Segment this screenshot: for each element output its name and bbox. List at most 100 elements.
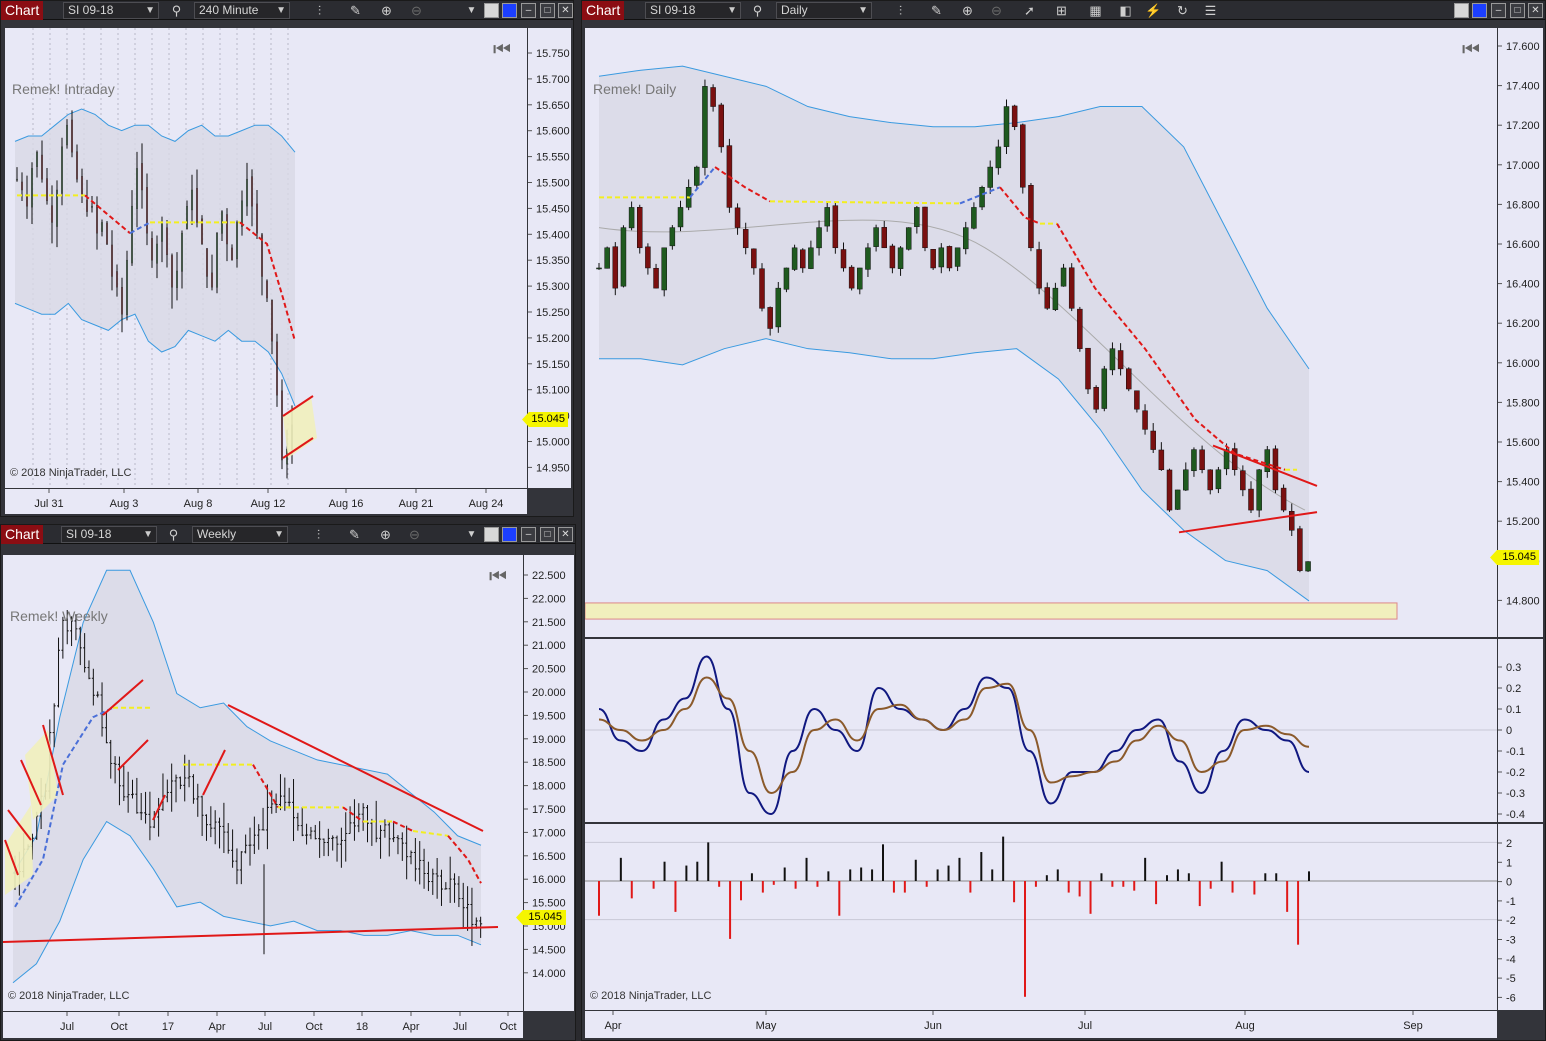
x-tick-label: Jul (453, 1021, 467, 1033)
candle-body (1036, 249, 1042, 289)
candle-body (231, 247, 233, 261)
zoom-out-icon[interactable]: ⊖ (988, 2, 1005, 19)
chart-trader-icon[interactable]: ⚡ (1145, 2, 1162, 19)
dropdown-icon[interactable]: ▼ (463, 526, 480, 543)
refresh-icon[interactable]: ↻ (1174, 2, 1191, 19)
intraday-price-axis: 15.750 15.700 15.650 15.600 15.550 15.500 15.4… (522, 28, 571, 488)
y-tick-label: 15.200 (536, 333, 570, 345)
candle-body (791, 247, 798, 270)
candle-body (1109, 348, 1116, 371)
candle-body (718, 104, 724, 148)
y-tick-label: 21.500 (532, 617, 566, 629)
chart-menu-button[interactable]: Chart (1, 525, 44, 544)
scroll-to-end-icon[interactable]: ⏮ (1462, 39, 1480, 61)
minimize-button[interactable]: – (521, 527, 536, 542)
candle-body (1289, 510, 1295, 531)
window-link-button[interactable] (502, 527, 517, 542)
y-tick-label: 16.400 (1506, 279, 1540, 291)
search-icon[interactable]: ⚲ (165, 526, 182, 543)
close-icon[interactable]: ✕ (558, 527, 573, 542)
copyright: © 2018 NinjaTrader, LLC (8, 990, 130, 1002)
daily-toolbar: Chart SI 09-18 ▼ ⚲ Daily ▼ ⫶ ✎ ⊕ ⊖ ➚ ⊞ ▦ ◧… (582, 1, 1545, 20)
window-link-button[interactable] (502, 3, 517, 18)
x-tick-label: Jul (1078, 1020, 1092, 1032)
data-box-icon[interactable]: ⊞ (1053, 2, 1070, 19)
daily-price-plot-area[interactable]: Remek! Daily ⏮ (584, 28, 1497, 637)
daily-oscillator-plot-area[interactable] (585, 639, 1497, 822)
candle-body (66, 124, 68, 146)
candle-body (963, 227, 969, 250)
maximize-button[interactable]: □ (540, 527, 555, 542)
oscillator-slow-line (598, 676, 1310, 795)
daily-histogram-axis: 2 1 0 -1 -2 -3 -4 -5 -6 (1498, 824, 1543, 1010)
search-icon[interactable]: ⚲ (168, 2, 185, 19)
maximize-button[interactable]: □ (1510, 3, 1525, 18)
y-tick-label: 15.200 (1506, 516, 1540, 528)
daily-price-axis: 17.600 17.400 17.200 17.000 16.800 16.600 16.4… (1490, 28, 1543, 637)
y-tick-label: 15.600 (536, 126, 570, 138)
timeframe-selector[interactable]: Daily ▼ (776, 2, 872, 19)
candle-body (1011, 105, 1018, 127)
scroll-to-end-icon[interactable]: ⏮ (493, 39, 511, 61)
candle-body (1240, 470, 1246, 491)
daily-price-y-axis-svg: 17.600 17.400 17.200 17.000 16.800 16.600 16.4… (1498, 41, 1540, 607)
intraday-plot-area[interactable]: Remek! Intraday © 2018 NinjaTrader, LLC … (5, 28, 527, 488)
weekly-price-axis: 22.500 22.000 21.500 21.000 20.500 20.000 19.5… (516, 555, 574, 1011)
candle-body (612, 246, 619, 289)
minimize-button[interactable]: – (521, 3, 536, 18)
indicators-icon[interactable]: ▦ (1087, 2, 1104, 19)
candle-body (889, 245, 896, 269)
window-color-button[interactable] (1454, 3, 1469, 18)
zoom-in-icon[interactable]: ⊕ (378, 2, 395, 19)
x-tick-label: Jul 31 (34, 498, 63, 510)
close-icon[interactable]: ✕ (1528, 3, 1543, 18)
pencil-icon[interactable]: ✎ (347, 2, 364, 19)
candle-body (759, 268, 765, 309)
x-tick-label: Jun (924, 1020, 942, 1032)
window-link-button[interactable] (1472, 3, 1487, 18)
zoom-out-icon[interactable]: ⊖ (408, 2, 425, 19)
search-icon[interactable]: ⚲ (749, 2, 766, 19)
candle-body (816, 227, 822, 249)
strategies-icon[interactable]: ◧ (1117, 2, 1134, 19)
daily-histogram-plot-area[interactable]: © 2018 NinjaTrader, LLC (585, 824, 1497, 1010)
zoom-in-icon[interactable]: ⊕ (377, 526, 394, 543)
timeframe-selector[interactable]: Weekly ▼ (192, 526, 288, 543)
weekly-plot-area[interactable]: Remek! Weekly © 2018 NinjaTrader, LLC ⏮ (2, 555, 523, 1011)
y-tick-label: 18.500 (532, 757, 566, 769)
window-color-button[interactable] (484, 527, 499, 542)
zoom-out-icon[interactable]: ⊖ (406, 526, 423, 543)
pencil-icon[interactable]: ✎ (928, 2, 945, 19)
maximize-button[interactable]: □ (540, 3, 555, 18)
chart-menu-button[interactable]: Chart (582, 1, 625, 20)
candle-body (16, 178, 18, 181)
dropdown-icon[interactable]: ▼ (463, 2, 480, 19)
scroll-to-end-icon[interactable]: ⏮ (489, 566, 507, 588)
chart-menu-button[interactable]: Chart (1, 1, 44, 20)
instrument-selector[interactable]: SI 09-18 ▼ (645, 2, 741, 19)
zoom-in-icon[interactable]: ⊕ (959, 2, 976, 19)
indicator-label: Remek! Weekly (10, 608, 108, 624)
y-tick-label: 20.500 (532, 664, 566, 676)
candle-body (116, 271, 118, 288)
indicator-label: Remek! Intraday (12, 81, 115, 97)
timeframe-selector[interactable]: 240 Minute ▼ (194, 2, 290, 19)
bar-type-icon[interactable]: ⫶ (892, 2, 909, 19)
x-tick-label: Oct (499, 1021, 516, 1033)
instrument-selector[interactable]: SI 09-18 ▼ (63, 2, 159, 19)
bar-type-icon[interactable]: ⫶ (310, 526, 327, 543)
pointer-icon[interactable]: ➚ (1021, 2, 1038, 19)
window-color-button[interactable] (484, 3, 499, 18)
minimize-button[interactable]: – (1491, 3, 1506, 18)
instrument-selector[interactable]: SI 09-18 ▼ (61, 526, 157, 543)
y-tick-label: -5 (1506, 973, 1516, 985)
properties-icon[interactable]: ☰ (1202, 2, 1219, 19)
candle-body (76, 151, 78, 180)
pencil-icon[interactable]: ✎ (346, 526, 363, 543)
close-icon[interactable]: ✕ (558, 3, 573, 18)
bar-type-icon[interactable]: ⫶ (311, 2, 328, 19)
candle-body (281, 390, 283, 461)
timeframe-value: 240 Minute (199, 3, 259, 17)
candle-body (783, 267, 790, 290)
candle-body (276, 341, 278, 396)
